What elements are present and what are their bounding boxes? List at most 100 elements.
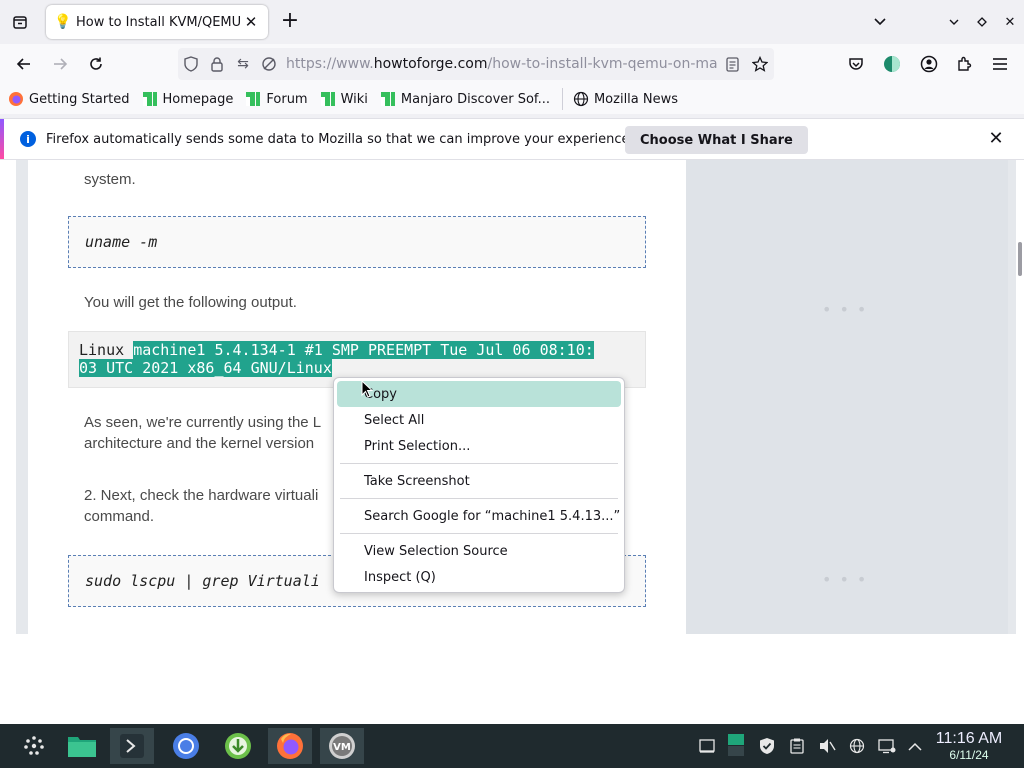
globe-icon [573, 91, 589, 107]
minimize-icon[interactable] [944, 12, 964, 32]
bookmark-label: Mozilla News [593, 91, 679, 107]
choose-what-i-share-button[interactable]: Choose What I Share [625, 126, 808, 154]
bookmark-wiki[interactable]: Wiki [320, 91, 368, 107]
terminal-icon[interactable] [110, 728, 154, 764]
tracking-blocked-icon[interactable] [256, 51, 282, 77]
bookmarks-toolbar: Getting Started Homepage Forum Wiki Manj… [0, 84, 1024, 114]
blank-area [0, 634, 1024, 724]
menu-item-view-selection-source[interactable]: View Selection Source [337, 538, 621, 564]
ad-sidebar: ••• ••• [686, 160, 1008, 634]
clock-date[interactable]: 6/11/24 [930, 748, 1008, 762]
network-globe-icon[interactable] [848, 737, 866, 755]
menu-separator [340, 533, 618, 534]
active-tab[interactable]: 💡 How to Install KVM/QEMU ✕ [46, 5, 268, 39]
clock-time[interactable]: 11:16 AM [930, 730, 1008, 748]
clipboard-icon[interactable] [788, 737, 806, 755]
close-window-icon[interactable]: ✕ [1000, 12, 1020, 32]
security-shield-icon[interactable] [758, 737, 776, 755]
bookmark-label: Getting Started [29, 91, 130, 107]
command-text: uname -m [85, 233, 158, 251]
list-all-tabs-icon[interactable] [870, 12, 890, 32]
firefox-icon [8, 91, 24, 107]
context-menu: Copy Select All Print Selection... Take … [333, 377, 625, 593]
bookmark-label: Homepage [162, 91, 234, 107]
article-paragraph: system. [84, 171, 136, 188]
reader-view-icon[interactable] [718, 50, 746, 78]
app-launcher-icon[interactable] [12, 728, 56, 764]
menu-item-search-google[interactable]: Search Google for “machine1 5.4.13...” [337, 503, 621, 529]
bookmark-forum[interactable]: Forum [245, 91, 308, 107]
menu-item-print-selection[interactable]: Print Selection... [337, 433, 621, 459]
lock-icon[interactable] [204, 51, 230, 77]
url-text[interactable]: https://www.howtoforge.com/how-to-instal… [282, 56, 718, 72]
close-tab-icon[interactable]: ✕ [242, 13, 260, 31]
page-scrollbar[interactable] [1018, 242, 1022, 276]
tab-list-icon[interactable] [8, 10, 32, 34]
new-tab-button[interactable]: + [278, 10, 302, 34]
manjaro-icon [245, 91, 261, 107]
bookmark-manjaro-discover[interactable]: Manjaro Discover Sof... [380, 91, 550, 107]
volume-muted-icon[interactable] [818, 737, 836, 755]
reload-button[interactable] [84, 52, 108, 76]
menu-separator [340, 463, 618, 464]
loading-dots-icon: ••• [822, 300, 875, 319]
url-bar[interactable]: ⇆ https://www.howtoforge.com/how-to-inst… [178, 48, 774, 80]
selected-text: 03 UTC 2021 x86_64 GNU/Linux [79, 359, 332, 377]
account-icon[interactable] [917, 52, 941, 76]
info-icon: i [20, 131, 36, 147]
bookmark-homepage[interactable]: Homepage [142, 91, 234, 107]
pocket-icon[interactable] [844, 52, 868, 76]
taskbar: VM [0, 724, 1024, 768]
manjaro-icon [142, 91, 158, 107]
command-text: sudo lscpu | grep Virtuali [85, 572, 320, 590]
back-button[interactable] [12, 52, 36, 76]
bookmark-getting-started[interactable]: Getting Started [8, 91, 130, 107]
menu-item-take-screenshot[interactable]: Take Screenshot [337, 468, 621, 494]
bookmark-separator [561, 88, 563, 110]
tab-strip: 💡 How to Install KVM/QEMU ✕ + ✕ [0, 0, 1024, 44]
chromium-icon[interactable] [164, 728, 208, 764]
bookmark-star-icon[interactable] [746, 50, 774, 78]
data-collection-notification: i Firefox automatically sends some data … [0, 118, 1024, 160]
menu-hamburger-icon[interactable] [988, 52, 1012, 76]
maximize-icon[interactable] [972, 12, 992, 32]
output-plain: Linux [79, 341, 134, 359]
manjaro-icon [380, 91, 396, 107]
forward-button[interactable] [48, 52, 72, 76]
menu-separator [340, 498, 618, 499]
virt-manager-icon[interactable]: VM [320, 728, 364, 764]
bookmark-label: Wiki [340, 91, 368, 107]
firefox-taskbar-icon[interactable] [268, 728, 312, 764]
menu-item-inspect[interactable]: Inspect (Q) [337, 564, 621, 590]
manjaro-icon [320, 91, 336, 107]
menu-item-copy[interactable]: Copy [337, 381, 621, 407]
menu-item-select-all[interactable]: Select All [337, 407, 621, 433]
bookmark-label: Forum [266, 91, 308, 107]
selected-text: machine1 5.4.134-1 #1 SMP PREEMPT Tue Ju… [133, 341, 594, 359]
permissions-icon[interactable]: ⇆ [230, 51, 256, 77]
display-config-icon[interactable] [878, 737, 896, 755]
file-manager-icon[interactable] [60, 728, 104, 764]
command-box: uname -m [68, 216, 646, 268]
software-update-icon[interactable] [216, 728, 260, 764]
tab-title: How to Install KVM/QEMU [76, 14, 242, 30]
bookmark-mozilla-news[interactable]: Mozilla News [573, 91, 678, 107]
notification-accent [0, 119, 4, 159]
close-notification-icon[interactable]: ✕ [986, 130, 1006, 150]
notification-message: Firefox automatically sends some data to… [46, 131, 634, 147]
svg-text:VM: VM [333, 742, 351, 753]
url-prefix: https://www. [286, 56, 374, 72]
lightbulb-icon: 💡 [54, 14, 72, 30]
tray-expand-icon[interactable] [906, 737, 924, 755]
show-desktop-icon[interactable] [698, 737, 716, 755]
navigation-toolbar: ⇆ https://www.howtoforge.com/how-to-inst… [0, 44, 1024, 84]
tracking-protection-shield-icon[interactable] [178, 51, 204, 77]
article-paragraph: You will get the following output. [84, 294, 297, 311]
colorway-icon[interactable] [880, 52, 904, 76]
url-path: /how-to-install-kvm-qemu-on-manj [487, 56, 718, 72]
output-text: Linux machine1 5.4.134-1 #1 SMP PREEMPT … [79, 341, 639, 377]
loading-dots-icon: ••• [822, 570, 875, 589]
extensions-icon[interactable] [952, 52, 976, 76]
pager-icon[interactable] [727, 733, 745, 757]
url-host: howtoforge.com [373, 56, 488, 72]
